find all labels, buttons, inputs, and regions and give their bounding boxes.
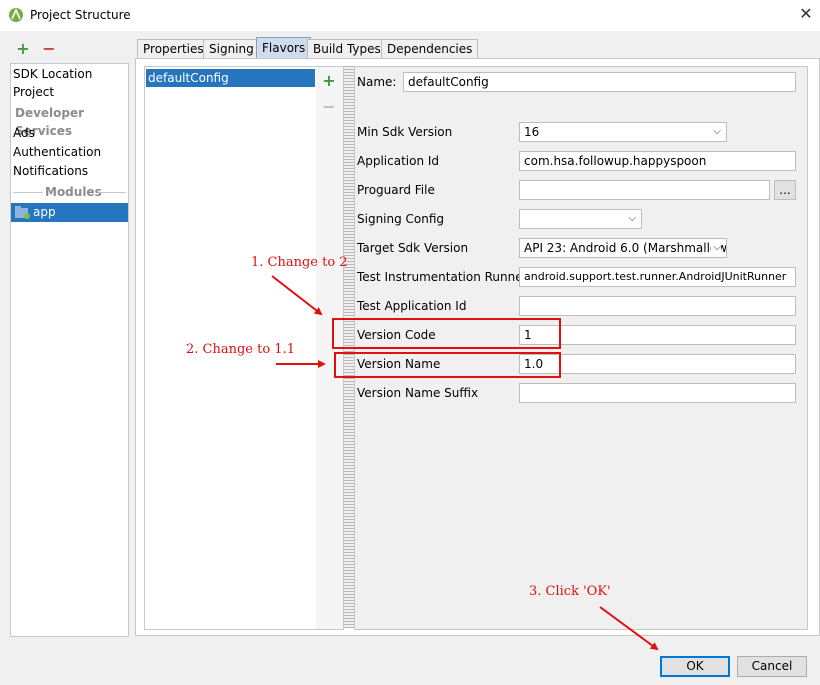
test-runner-input[interactable]: android.support.test.runner.AndroidJUnit… bbox=[519, 267, 796, 287]
min-sdk-dropdown[interactable]: 16 ⌵ bbox=[519, 122, 727, 142]
remove-flavor-icon[interactable]: − bbox=[321, 99, 337, 115]
application-id-input[interactable]: com.hsa.followup.happyspoon bbox=[519, 151, 796, 171]
test-runner-label: Test Instrumentation Runner bbox=[357, 270, 528, 284]
min-sdk-label: Min Sdk Version bbox=[357, 125, 453, 139]
tab-properties[interactable]: Properties bbox=[137, 39, 210, 60]
sidebar: SDK Location Project Developer Services … bbox=[10, 63, 129, 637]
add-module-icon[interactable]: + bbox=[15, 41, 31, 57]
chevron-down-icon: ⌵ bbox=[711, 239, 721, 257]
signing-config-label: Signing Config bbox=[357, 212, 445, 226]
modules-header: Modules bbox=[45, 185, 102, 199]
target-sdk-value: API 23: Android 6.0 (Marshmallow) bbox=[524, 241, 727, 255]
version-name-suffix-label: Version Name Suffix bbox=[357, 386, 479, 400]
android-studio-icon bbox=[9, 8, 23, 22]
module-folder-icon bbox=[15, 206, 30, 219]
tab-signing[interactable]: Signing bbox=[203, 39, 260, 60]
chevron-down-icon: ⌵ bbox=[713, 126, 721, 137]
browse-button[interactable]: ... bbox=[774, 180, 796, 200]
tab-dependencies[interactable]: Dependencies bbox=[381, 39, 479, 60]
remove-module-icon[interactable]: − bbox=[41, 41, 57, 57]
name-label: Name: bbox=[357, 75, 397, 89]
window-title: Project Structure bbox=[30, 8, 131, 22]
list-item[interactable]: defaultConfig bbox=[146, 69, 315, 87]
add-flavor-icon[interactable]: + bbox=[321, 73, 337, 89]
chevron-down-icon: ⌵ bbox=[628, 213, 636, 224]
sidebar-item-label: app bbox=[33, 205, 56, 219]
target-sdk-label: Target Sdk Version bbox=[357, 241, 469, 255]
version-name-highlight bbox=[334, 352, 561, 378]
name-input[interactable]: defaultConfig bbox=[403, 72, 796, 92]
sidebar-item-authentication[interactable]: Authentication bbox=[13, 143, 101, 161]
developer-services-header: Developer Services bbox=[15, 106, 85, 138]
sidebar-item-app[interactable]: app bbox=[11, 203, 128, 222]
test-application-id-input[interactable] bbox=[519, 296, 796, 316]
sidebar-item-sdk-location[interactable]: SDK Location bbox=[13, 65, 92, 83]
annotation-step-3: 3. Click 'OK' bbox=[529, 584, 611, 599]
divider bbox=[13, 192, 43, 193]
divider bbox=[98, 192, 126, 193]
sidebar-item-project[interactable]: Project bbox=[13, 83, 54, 101]
version-code-highlight bbox=[332, 318, 561, 349]
title-bar: Project Structure ✕ bbox=[0, 0, 820, 31]
sidebar-item-ads[interactable]: Ads bbox=[13, 124, 35, 142]
annotation-step-1: 1. Change to 2 bbox=[251, 255, 348, 270]
target-sdk-dropdown[interactable]: API 23: Android 6.0 (Marshmallow) ⌵ bbox=[519, 238, 727, 258]
min-sdk-value: 16 bbox=[524, 125, 540, 139]
annotation-step-2: 2. Change to 1.1 bbox=[186, 342, 295, 357]
app-id-label: Application Id bbox=[357, 154, 440, 168]
close-icon[interactable]: ✕ bbox=[797, 5, 815, 23]
cancel-button[interactable]: Cancel bbox=[737, 656, 807, 677]
ok-button[interactable]: OK bbox=[660, 656, 730, 677]
tab-build-types[interactable]: Build Types bbox=[307, 39, 387, 60]
test-app-id-label: Test Application Id bbox=[357, 299, 467, 313]
signing-config-dropdown[interactable]: ⌵ bbox=[519, 209, 642, 229]
sidebar-item-notifications[interactable]: Notifications bbox=[13, 162, 88, 180]
proguard-file-input[interactable] bbox=[519, 180, 770, 200]
version-name-suffix-input[interactable] bbox=[519, 383, 796, 403]
tab-flavors[interactable]: Flavors bbox=[256, 37, 312, 60]
proguard-label: Proguard File bbox=[357, 183, 435, 197]
